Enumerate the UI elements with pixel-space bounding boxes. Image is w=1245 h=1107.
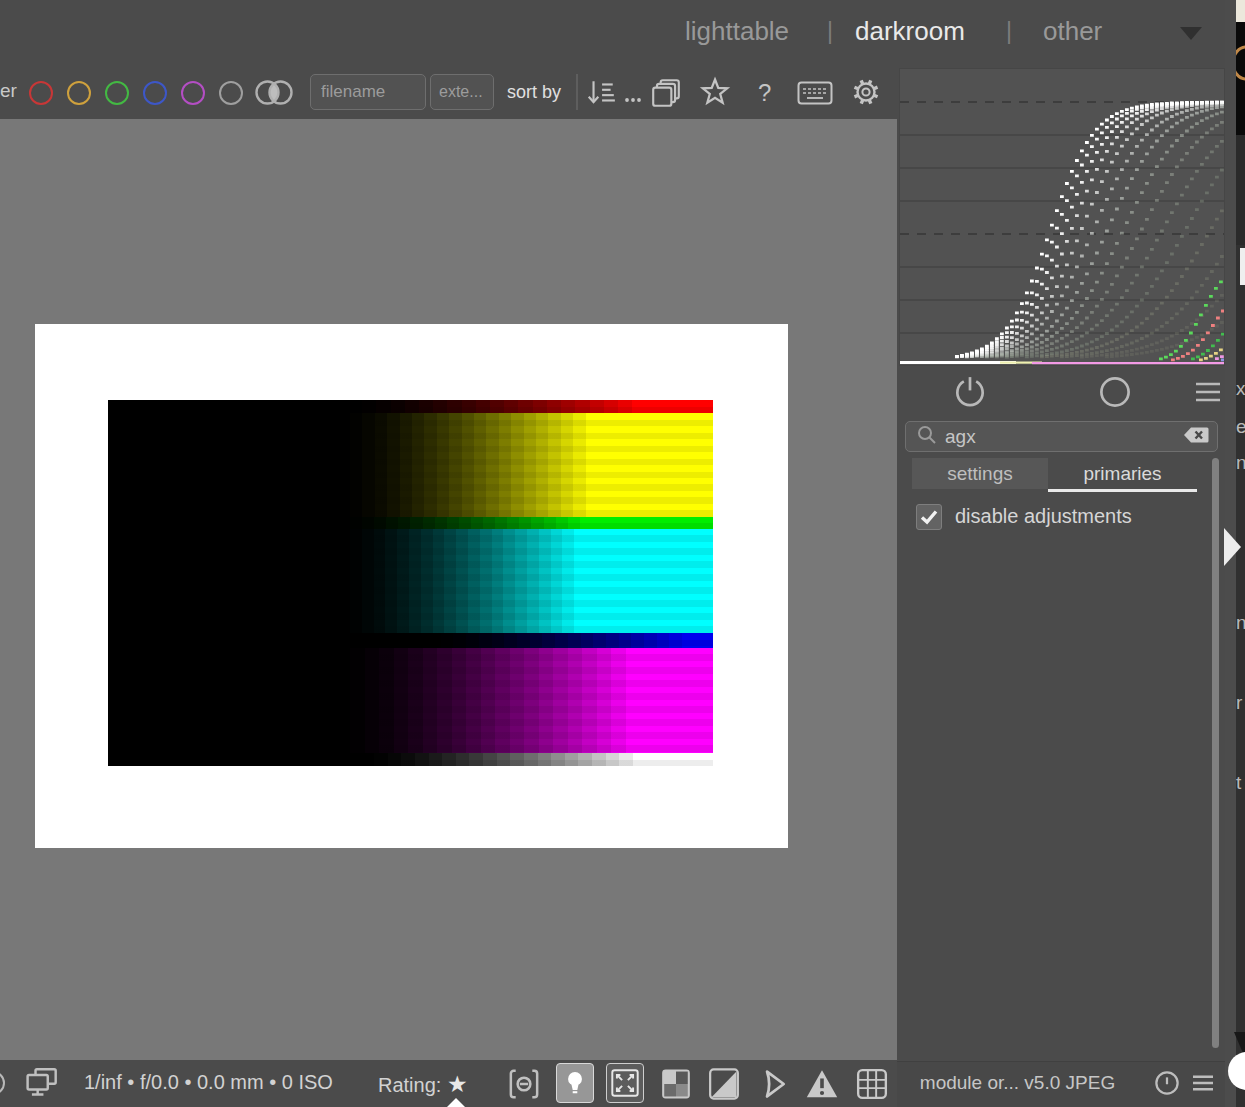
- warning-icon[interactable]: [804, 1066, 840, 1106]
- cut-circle-icon: [0, 1066, 14, 1104]
- softproof-icon[interactable]: [706, 1066, 742, 1106]
- iso12646-icon[interactable]: [506, 1066, 542, 1106]
- sort-order-icon[interactable]: [585, 77, 617, 113]
- tab-darkroom[interactable]: darkroom: [855, 16, 965, 47]
- guides-icon[interactable]: [756, 1066, 792, 1106]
- edge-text-fragment: n: [1236, 612, 1245, 634]
- panel-header-icons: [900, 373, 1218, 411]
- color-label-dual-icon[interactable]: [255, 80, 293, 105]
- tab-separator: |: [1006, 18, 1012, 45]
- tab-primaries-underline: [1048, 489, 1197, 492]
- color-label-filter-1[interactable]: [67, 81, 91, 105]
- toolbar-separator: [576, 74, 578, 110]
- display-profile-icon[interactable]: [23, 1065, 61, 1105]
- chart-row-green-strip: [108, 517, 713, 529]
- edge-white-fragment: [1236, 0, 1245, 22]
- color-label-filter-3[interactable]: [143, 81, 167, 105]
- color-label-filter-2[interactable]: [105, 81, 129, 105]
- tab-settings[interactable]: settings: [912, 458, 1048, 489]
- sort-by-label: sort by: [507, 82, 561, 103]
- checkbox-checked[interactable]: [916, 504, 942, 530]
- shortcuts-keyboard-icon[interactable]: [797, 81, 833, 109]
- darktable-window: lighttable | darkroom | other er sort by: [0, 0, 1245, 1107]
- more-options-icon[interactable]: [624, 90, 642, 108]
- module-row-disable-adjustments[interactable]: disable adjustments: [916, 503, 1216, 530]
- rating-display[interactable]: Rating: ★: [378, 1071, 468, 1098]
- chart-row-gray-strip: [108, 753, 713, 766]
- histogram-scope[interactable]: [900, 69, 1224, 365]
- overlays-star-icon[interactable]: [698, 75, 732, 113]
- tab-primaries[interactable]: primaries: [1048, 458, 1197, 489]
- edge-black-fragment: [1236, 22, 1245, 135]
- color-label-filter-5[interactable]: [219, 81, 243, 105]
- edge-text-fragment: x: [1236, 378, 1245, 400]
- tab-other[interactable]: other: [1043, 16, 1102, 47]
- overexposed-bulb-button[interactable]: [556, 1063, 594, 1103]
- filmstrip-expand-arrow[interactable]: [446, 1098, 466, 1107]
- edge-text-fragment: t: [1236, 772, 1241, 794]
- search-icon: [916, 424, 938, 450]
- chart-row-magenta-band: [108, 648, 713, 753]
- color-test-chart: [108, 400, 713, 766]
- preferences-gear-icon[interactable]: [851, 77, 881, 111]
- clear-search-icon[interactable]: [1181, 423, 1211, 451]
- chart-row-yellow-band: [108, 413, 713, 517]
- grouping-icon[interactable]: [650, 77, 682, 113]
- edge-white-bar-fragment: [1240, 248, 1245, 285]
- info-icon[interactable]: [1152, 1068, 1182, 1102]
- grid-overlay-icon[interactable]: [854, 1066, 890, 1106]
- tab-separator: |: [827, 18, 833, 45]
- star-icon: ★: [447, 1071, 468, 1097]
- presets-menu-icon[interactable]: [1192, 373, 1224, 415]
- chart-row-red-strip: [108, 400, 713, 413]
- help-icon[interactable]: ?: [758, 79, 771, 107]
- color-assessment-circle-icon[interactable]: [1096, 373, 1134, 415]
- power-icon[interactable]: [951, 373, 989, 415]
- fit-zoom-button[interactable]: [606, 1063, 644, 1103]
- search-input[interactable]: [945, 426, 1181, 448]
- filename-filter-input[interactable]: [310, 74, 426, 110]
- top-toolbar: er sort by: [0, 64, 897, 119]
- views-dropdown-icon[interactable]: [1180, 27, 1202, 40]
- edge-text-fragment: e: [1236, 416, 1245, 438]
- module-label: disable adjustments: [955, 505, 1132, 528]
- extension-filter-input[interactable]: [430, 74, 494, 110]
- panel-collapse-arrow[interactable]: [1224, 528, 1241, 566]
- tab-lighttable[interactable]: lighttable: [685, 16, 789, 47]
- module-search-box[interactable]: [905, 421, 1218, 452]
- panel-scrollbar[interactable]: [1212, 458, 1219, 1048]
- edge-text-fragment: n: [1236, 452, 1245, 474]
- filter-label-fragment: er: [0, 80, 17, 102]
- gamut-check-icon[interactable]: [658, 1066, 694, 1106]
- color-label-filter-4[interactable]: [181, 81, 205, 105]
- exif-info: 1/inf • f/0.0 • 0.0 mm • 0 ISO: [84, 1071, 333, 1094]
- module-order-label[interactable]: module or... v5.0 JPEG: [905, 1072, 1130, 1094]
- color-label-filter-0[interactable]: [29, 81, 53, 105]
- edge-dark-fragment: [1236, 135, 1245, 245]
- chart-row-cyan-band: [108, 529, 713, 633]
- chart-row-blue-strip: [108, 633, 713, 648]
- edge-text-fragment: r: [1236, 692, 1242, 714]
- bottom-menu-icon[interactable]: [1188, 1068, 1218, 1102]
